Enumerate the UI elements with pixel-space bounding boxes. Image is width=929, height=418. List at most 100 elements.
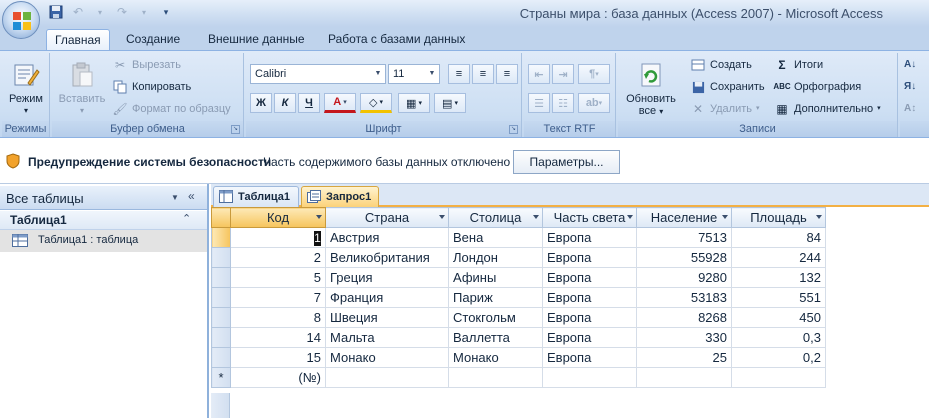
font-launcher-icon[interactable]: ↘	[509, 125, 518, 134]
font-color-button[interactable]: A ▾	[324, 93, 356, 113]
chevron-down-icon[interactable]: ▼	[168, 190, 182, 206]
cell-population[interactable]: 7513	[636, 227, 732, 248]
align-left-icon[interactable]: ≡	[448, 64, 470, 84]
nav-group-table1[interactable]: Таблица1 ⌃	[0, 211, 207, 230]
chevron-down-icon[interactable]	[316, 215, 322, 219]
cell-area[interactable]: 244	[731, 247, 826, 268]
row-selector[interactable]	[211, 347, 231, 368]
align-right-icon[interactable]: ≡	[496, 64, 518, 84]
new-record-marker[interactable]: *	[211, 367, 231, 388]
sort-ascending-icon[interactable]: A↓	[904, 55, 916, 75]
table-row[interactable]: 1 Австрия Вена Европа 7513 84	[211, 227, 826, 248]
gridlines-icon[interactable]: ▦ ▾	[398, 93, 430, 113]
cell-area[interactable]: 450	[731, 307, 826, 328]
cell-area[interactable]: 0,2	[731, 347, 826, 368]
chevron-down-icon[interactable]	[533, 215, 539, 219]
cell-empty[interactable]	[448, 367, 543, 388]
decrease-indent-icon[interactable]: ⇤	[528, 64, 550, 84]
shutter-bar-close-icon[interactable]: «	[188, 189, 195, 203]
cell-area[interactable]: 84	[731, 227, 826, 248]
clear-sort-icon[interactable]: A↕	[904, 99, 916, 119]
cell-population[interactable]: 53183	[636, 287, 732, 308]
tab-external-data[interactable]: Внешние данные	[200, 29, 313, 50]
refresh-all-button[interactable]: Обновить все ▾	[620, 59, 682, 118]
column-header-population[interactable]: Население	[636, 207, 732, 228]
increase-indent-icon[interactable]: ⇥	[552, 64, 574, 84]
font-size-select[interactable]: 11 ▼	[388, 64, 440, 84]
doc-tab-query1[interactable]: Запрос1	[301, 186, 379, 207]
cell-code[interactable]: 14	[230, 327, 326, 348]
column-header-region[interactable]: Часть света	[542, 207, 637, 228]
undo-icon[interactable]: ↶	[70, 4, 86, 20]
cell-capital[interactable]: Монако	[448, 347, 543, 368]
mode-button[interactable]: Режим ▾	[5, 59, 47, 117]
cell-country[interactable]: Монако	[325, 347, 449, 368]
cell-capital[interactable]: Афины	[448, 267, 543, 288]
copy-button[interactable]: Копировать	[112, 77, 191, 97]
italic-button[interactable]: К	[274, 93, 296, 113]
totals-button[interactable]: Σ Итоги	[774, 55, 823, 75]
cell-region[interactable]: Европа	[542, 287, 637, 308]
cell-population[interactable]: 8268	[636, 307, 732, 328]
table-row[interactable]: 7 Франция Париж Европа 53183 551	[211, 287, 826, 308]
cell-empty[interactable]	[325, 367, 449, 388]
row-selector[interactable]	[211, 307, 231, 328]
sort-descending-icon[interactable]: Я↓	[904, 77, 916, 97]
row-selector[interactable]	[211, 227, 231, 248]
table-row[interactable]: 15 Монако Монако Европа 25 0,2	[211, 347, 826, 368]
collapse-icon[interactable]: ⌃	[182, 212, 191, 225]
align-center-icon[interactable]: ≡	[472, 64, 494, 84]
options-button[interactable]: Параметры...	[513, 150, 620, 174]
row-selector[interactable]	[211, 287, 231, 308]
tab-database-tools[interactable]: Работа с базами данных	[320, 29, 473, 50]
font-name-select[interactable]: Calibri ▼	[250, 64, 386, 84]
select-all-corner[interactable]	[211, 207, 231, 228]
undo-dropdown-icon[interactable]: ▾	[92, 4, 108, 20]
cell-country[interactable]: Великобритания	[325, 247, 449, 268]
cell-region[interactable]: Европа	[542, 347, 637, 368]
cell-code[interactable]: 7	[230, 287, 326, 308]
cell-capital[interactable]: Вена	[448, 227, 543, 248]
tab-create[interactable]: Создание	[118, 29, 188, 50]
cell-region[interactable]: Европа	[542, 327, 637, 348]
bullets-icon[interactable]: ☰	[528, 93, 550, 113]
nav-item-table1[interactable]: Таблица1 : таблица	[0, 230, 207, 252]
cell-capital[interactable]: Лондон	[448, 247, 543, 268]
cell-region[interactable]: Европа	[542, 247, 637, 268]
cell-code[interactable]: 5	[230, 267, 326, 288]
column-header-capital[interactable]: Столица	[448, 207, 543, 228]
row-selector[interactable]	[211, 327, 231, 348]
cell-region[interactable]: Европа	[542, 307, 637, 328]
cell-population[interactable]: 55928	[636, 247, 732, 268]
cell-capital[interactable]: Париж	[448, 287, 543, 308]
chevron-down-icon[interactable]	[627, 215, 633, 219]
cell-code[interactable]: 2	[230, 247, 326, 268]
nav-header[interactable]: Все таблицы ▼ «	[0, 186, 207, 210]
highlight-icon[interactable]: ab ▾	[578, 93, 610, 113]
format-painter-button[interactable]: 🖌 Формат по образцу	[112, 99, 230, 119]
cell-capital[interactable]: Стокгольм	[448, 307, 543, 328]
bold-button[interactable]: Ж	[250, 93, 272, 113]
table-row[interactable]: 2 Великобритания Лондон Европа 55928 244	[211, 247, 826, 268]
cell-country[interactable]: Греция	[325, 267, 449, 288]
cell-country[interactable]: Мальта	[325, 327, 449, 348]
new-record-button[interactable]: Создать	[690, 55, 752, 75]
cell-code[interactable]: 15	[230, 347, 326, 368]
new-record-row[interactable]: * (№)	[211, 367, 826, 388]
row-selector[interactable]	[211, 247, 231, 268]
chevron-down-icon[interactable]	[439, 215, 445, 219]
table-row[interactable]: 14 Мальта Валлетта Европа 330 0,3	[211, 327, 826, 348]
cell-code[interactable]: 1	[230, 227, 326, 248]
office-button[interactable]	[2, 1, 40, 39]
numbering-icon[interactable]: ☷	[552, 93, 574, 113]
fill-color-icon[interactable]: ◇ ▾	[360, 93, 392, 113]
table-row[interactable]: 8 Швеция Стокгольм Европа 8268 450	[211, 307, 826, 328]
column-header-country[interactable]: Страна	[325, 207, 449, 228]
cell-region[interactable]: Европа	[542, 227, 637, 248]
column-header-area[interactable]: Площадь	[731, 207, 826, 228]
cell-population[interactable]: 9280	[636, 267, 732, 288]
cell-area[interactable]: 0,3	[731, 327, 826, 348]
cell-population[interactable]: 25	[636, 347, 732, 368]
doc-tab-table1[interactable]: Таблица1	[213, 186, 299, 207]
cut-button[interactable]: ✂ Вырезать	[112, 55, 181, 75]
